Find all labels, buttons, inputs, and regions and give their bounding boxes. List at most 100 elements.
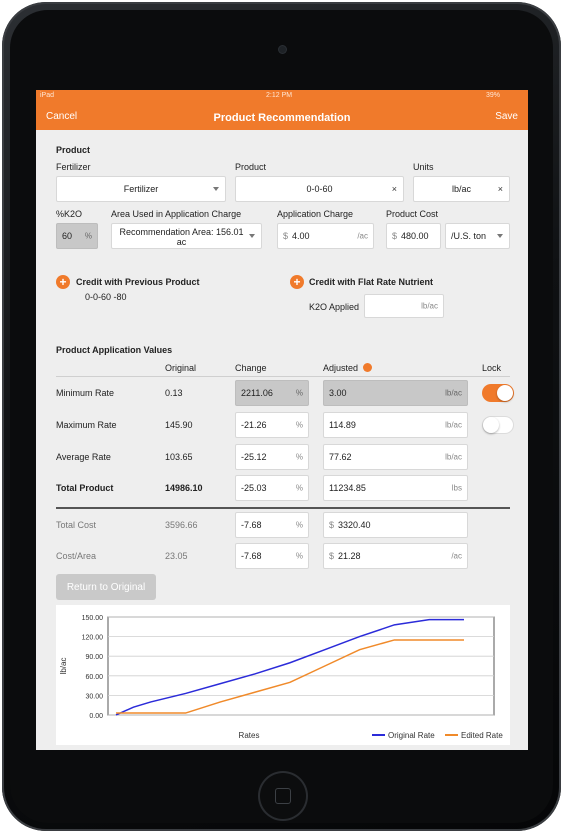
percent-unit: % (295, 520, 303, 530)
column-change: Change (235, 363, 267, 373)
units-value: lb/ac (451, 184, 471, 194)
product-input[interactable]: 0-0-60 × (235, 176, 404, 202)
rate-unit: lb/ac (445, 388, 462, 398)
front-camera (279, 46, 286, 53)
product-cost-value: 480.00 (401, 231, 429, 241)
k2o-applied-unit: lb/ac (421, 301, 438, 311)
row-label: Total Product (56, 483, 114, 493)
k2o-field: 60 % (56, 223, 98, 249)
area-label: Area Used in Application Charge (111, 209, 242, 219)
adjusted-input[interactable]: 77.62 lb/ac (323, 444, 468, 470)
row-original: 103.65 (165, 452, 193, 462)
fertilizer-select[interactable]: Fertilizer (56, 176, 226, 202)
product-cost-input[interactable]: $ 480.00 (386, 223, 441, 249)
chevron-down-icon (497, 234, 503, 238)
fertilizer-label: Fertilizer (56, 162, 91, 172)
status-time: 2:12 PM (266, 92, 293, 99)
column-original: Original (165, 363, 197, 373)
adjusted-field: 3.00 lb/ac (323, 380, 468, 406)
adjusted-input[interactable]: $ 3320.40 (323, 512, 468, 538)
product-cost-label: Product Cost (386, 209, 439, 219)
row-original: 145.90 (165, 420, 193, 430)
change-input[interactable]: -25.12 % (235, 444, 309, 470)
x-axis-label: Rates (239, 731, 260, 740)
area-select[interactable]: Recommendation Area: 156.01 ac (111, 223, 262, 249)
chevron-down-icon (249, 234, 255, 238)
change-input[interactable]: -25.03 % (235, 475, 309, 501)
units-input[interactable]: lb/ac × (413, 176, 510, 202)
y-tick-label: 120.00 (82, 635, 104, 642)
legend-label: Original Rate (388, 731, 435, 740)
change-input[interactable]: -7.68 % (235, 512, 309, 538)
previous-credit-label[interactable]: Credit with Previous Product (76, 277, 200, 287)
application-charge-input[interactable]: $ 4.00 /ac (277, 223, 374, 249)
application-charge-label: Application Charge (277, 209, 354, 219)
row-label: Average Rate (56, 452, 111, 462)
clear-icon[interactable]: × (392, 184, 397, 194)
y-tick-label: 0.00 (89, 713, 103, 720)
y-tick-label: 90.00 (85, 654, 103, 661)
flat-rate-credit-label[interactable]: Credit with Flat Rate Nutrient (309, 277, 433, 287)
currency-symbol: $ (283, 231, 289, 241)
cost-unit-select[interactable]: /U.S. ton (445, 223, 510, 249)
adjusted-value: 11234.85 (329, 483, 366, 493)
adjusted-value: 3320.40 (338, 520, 371, 530)
lock-minimum-toggle[interactable] (482, 384, 514, 402)
adjusted-value: 21.28 (338, 551, 361, 561)
application-values-title: Product Application Values (56, 345, 173, 355)
lock-maximum-toggle[interactable] (482, 416, 514, 434)
add-flat-rate-icon[interactable]: + (290, 275, 304, 289)
adjusted-input[interactable]: $ 21.28 /ac (323, 543, 468, 569)
chevron-down-icon (213, 187, 219, 191)
gear-icon[interactable] (363, 363, 372, 372)
carrier-label: iPad (40, 92, 55, 99)
k2o-applied-input[interactable]: lb/ac (364, 294, 444, 318)
per-acre-unit: /ac (451, 551, 462, 561)
column-adjusted: Adjusted (323, 363, 359, 373)
product-section-title: Product (56, 145, 91, 155)
return-to-original-button[interactable]: Return to Original (56, 574, 156, 600)
row-original: 23.05 (165, 551, 188, 561)
home-button[interactable] (260, 773, 306, 819)
k2o-label: %K2O (56, 209, 83, 219)
fertilizer-value: Fertilizer (123, 184, 159, 194)
change-value: -7.68 (241, 520, 262, 530)
row-label: Minimum Rate (56, 388, 115, 398)
percent-unit: % (295, 551, 303, 561)
add-previous-credit-icon[interactable]: + (56, 275, 70, 289)
toggle-knob (483, 417, 499, 433)
adjusted-value: 77.62 (329, 452, 352, 462)
k2o-value: 60 (62, 231, 73, 241)
rate-chart-svg: 150.00 120.00 90.00 60.00 30.00 0.00 lb/ac Rate… (59, 615, 503, 740)
product-value: 0-0-60 (306, 184, 333, 194)
save-button[interactable]: Save (495, 111, 518, 122)
y-tick-label: 150.00 (82, 615, 104, 622)
clear-icon[interactable]: × (498, 184, 503, 194)
header-divider (56, 376, 510, 377)
k2o-applied-label: K2O Applied (309, 302, 360, 312)
change-input[interactable]: -21.26 % (235, 412, 309, 438)
percent-unit: % (295, 388, 303, 398)
rate-unit: lb/ac (445, 420, 462, 430)
ipad-device: iPad 2:12 PM 39% Cancel Product Recommen… (2, 2, 561, 831)
rate-chart: 150.00 120.00 90.00 60.00 30.00 0.00 lb/ac Rate… (56, 605, 510, 745)
percent-unit: % (295, 483, 303, 493)
y-axis-label: lb/ac (59, 658, 68, 675)
page-title: Product Recommendation (213, 112, 351, 124)
product-label: Product (235, 162, 267, 172)
row-label: Maximum Rate (56, 420, 117, 430)
adjusted-value: 3.00 (329, 388, 347, 398)
row-original: 0.13 (165, 388, 183, 398)
rate-unit: lbs (451, 483, 462, 493)
toggle-knob (497, 385, 513, 401)
row-original: 14986.10 (165, 483, 203, 493)
application-charge-value: 4.00 (292, 231, 310, 241)
legend-label: Edited Rate (461, 731, 503, 740)
percent-unit: % (84, 231, 92, 241)
change-input[interactable]: -7.68 % (235, 543, 309, 569)
navigation-bar: iPad 2:12 PM 39% Cancel Product Recommen… (36, 90, 528, 130)
percent-unit: % (295, 420, 303, 430)
battery-percent: 39% (486, 92, 501, 99)
adjusted-input[interactable]: 11234.85 lbs (323, 475, 468, 501)
adjusted-input[interactable]: 114.89 lb/ac (323, 412, 468, 438)
